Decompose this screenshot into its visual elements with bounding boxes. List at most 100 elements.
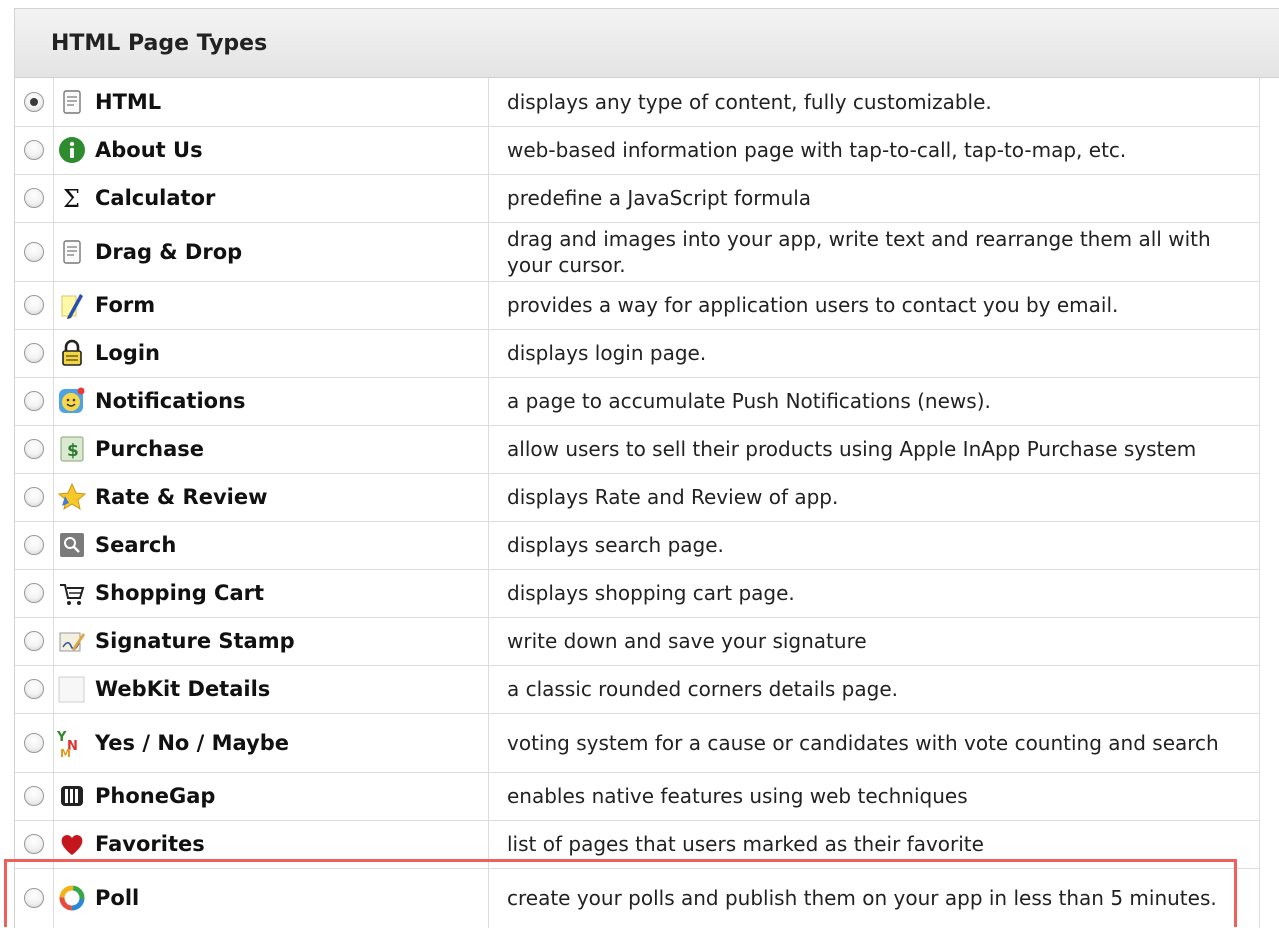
- page-types-table: HTML displays any type of content, fully …: [15, 78, 1260, 928]
- name-cell: Rate & Review: [53, 473, 489, 522]
- name-wrap: Poll: [54, 883, 488, 913]
- name-cell: Drag & Drop: [53, 222, 489, 282]
- page-type-radio[interactable]: [24, 786, 44, 807]
- page-type-label[interactable]: Drag & Drop: [95, 240, 242, 264]
- name-cell: Login: [53, 329, 489, 378]
- page-type-label[interactable]: Calculator: [95, 186, 215, 210]
- page-type-description: a classic rounded corners details page.: [488, 665, 1260, 714]
- radio-cell: [15, 820, 54, 869]
- table-row[interactable]: Shopping Cart displays shopping cart page…: [15, 569, 1260, 618]
- page-type-label[interactable]: Poll: [95, 886, 139, 910]
- table-row[interactable]: Search displays search page.: [15, 521, 1260, 570]
- radio-cell: [15, 713, 54, 773]
- page-type-label[interactable]: Favorites: [95, 832, 205, 856]
- heart-icon: [57, 829, 87, 859]
- page-type-radio[interactable]: [24, 343, 44, 364]
- page-type-label[interactable]: Notifications: [95, 389, 246, 413]
- table-row[interactable]: Rate & Review displays Rate and Review of…: [15, 473, 1260, 522]
- name-cell: Poll: [53, 868, 489, 928]
- page-type-label[interactable]: Search: [95, 533, 176, 557]
- name-cell: $ Purchase: [53, 425, 489, 474]
- name-cell: Search: [53, 521, 489, 570]
- radio-cell: [15, 329, 54, 378]
- name-wrap: Form: [54, 290, 488, 320]
- name-wrap: Login: [54, 338, 488, 368]
- page-type-radio[interactable]: [24, 583, 44, 604]
- name-wrap: Signature Stamp: [54, 626, 488, 656]
- table-row[interactable]: Notifications a page to accumulate Push N…: [15, 377, 1260, 426]
- page-type-label[interactable]: Signature Stamp: [95, 629, 295, 653]
- page-type-description: allow users to sell their products using…: [488, 425, 1260, 474]
- page-type-label[interactable]: Rate & Review: [95, 485, 268, 509]
- table-row[interactable]: Poll create your polls and publish them o…: [15, 868, 1260, 928]
- page-type-radio[interactable]: [24, 295, 44, 316]
- page-type-radio[interactable]: [24, 241, 44, 262]
- page-type-radio[interactable]: [24, 631, 44, 652]
- star-icon: [57, 482, 87, 512]
- table-row[interactable]: PhoneGap enables native features using we…: [15, 772, 1260, 821]
- page-type-radio[interactable]: [24, 188, 44, 209]
- page-type-description: a page to accumulate Push Notifications …: [488, 377, 1260, 426]
- name-cell: Favorites: [53, 820, 489, 869]
- table-row[interactable]: Y N M Yes / No / Maybe voting system for a c…: [15, 713, 1260, 773]
- panel-header: HTML Page Types: [15, 9, 1279, 78]
- table-row[interactable]: HTML displays any type of content, fully …: [15, 78, 1260, 127]
- name-wrap: HTML: [54, 87, 488, 117]
- name-cell: HTML: [53, 78, 489, 127]
- page-type-radio[interactable]: [24, 391, 44, 412]
- page-type-label[interactable]: Yes / No / Maybe: [95, 731, 289, 755]
- name-cell: WebKit Details: [53, 665, 489, 714]
- name-cell: Σ Calculator: [53, 174, 489, 223]
- page-type-radio[interactable]: [24, 140, 44, 161]
- page-type-radio[interactable]: [24, 535, 44, 556]
- table-row[interactable]: Favorites list of pages that users marked…: [15, 820, 1260, 869]
- name-cell: Signature Stamp: [53, 617, 489, 666]
- page-type-label[interactable]: Shopping Cart: [95, 581, 264, 605]
- page-type-label[interactable]: Login: [95, 341, 160, 365]
- name-wrap: Y N M Yes / No / Maybe: [54, 728, 488, 758]
- name-wrap: Drag & Drop: [54, 237, 488, 267]
- page-type-radio[interactable]: [24, 487, 44, 508]
- page-type-radio[interactable]: [24, 679, 44, 700]
- document-icon: [57, 237, 87, 267]
- page-type-label[interactable]: Form: [95, 293, 155, 317]
- radio-cell: [15, 425, 54, 474]
- page-type-label[interactable]: PhoneGap: [95, 784, 215, 808]
- poll-icon: [57, 883, 87, 913]
- page-type-radio[interactable]: [24, 888, 44, 909]
- page-type-radio[interactable]: [24, 92, 44, 112]
- radio-cell: [15, 868, 54, 928]
- radio-cell: [15, 281, 54, 330]
- page-type-radio[interactable]: [24, 732, 44, 753]
- page-type-description: enables native features using web techni…: [488, 772, 1260, 821]
- table-row[interactable]: Login displays login page.: [15, 329, 1260, 378]
- page-type-radio[interactable]: [24, 834, 44, 855]
- table-row[interactable]: $ Purchase allow users to sell their produ…: [15, 425, 1260, 474]
- table-row[interactable]: About Us web-based information page with …: [15, 126, 1260, 175]
- name-cell: Shopping Cart: [53, 569, 489, 618]
- page-type-label[interactable]: About Us: [95, 138, 203, 162]
- vote-icon: YNM: [57, 728, 87, 758]
- phonegap-icon: [57, 781, 87, 811]
- radio-cell: [15, 772, 54, 821]
- page-type-label[interactable]: WebKit Details: [95, 677, 270, 701]
- table-row[interactable]: WebKit Details a classic rounded corners …: [15, 665, 1260, 714]
- table-row[interactable]: Σ Calculator predefine a JavaScript formul…: [15, 174, 1260, 223]
- table-row[interactable]: Form provides a way for application users…: [15, 281, 1260, 330]
- table-row[interactable]: Drag & Drop drag and images into your app…: [15, 222, 1260, 282]
- page-types-panel: HTML Page Types HTML displays any type of…: [14, 8, 1279, 928]
- page-type-radio[interactable]: [24, 439, 44, 460]
- page-type-label[interactable]: Purchase: [95, 437, 204, 461]
- svg-text:Y: Y: [57, 730, 67, 745]
- page-type-label[interactable]: HTML: [95, 90, 161, 114]
- table-row[interactable]: Signature Stamp write down and save your …: [15, 617, 1260, 666]
- radio-cell: [15, 222, 54, 282]
- cart-icon: [57, 578, 87, 608]
- name-wrap: Favorites: [54, 829, 488, 859]
- pencil-icon: [57, 290, 87, 320]
- radio-cell: [15, 78, 54, 127]
- svg-text:M: M: [60, 747, 71, 758]
- radio-cell: [15, 665, 54, 714]
- radio-cell: [15, 617, 54, 666]
- page-type-description: predefine a JavaScript formula: [488, 174, 1260, 223]
